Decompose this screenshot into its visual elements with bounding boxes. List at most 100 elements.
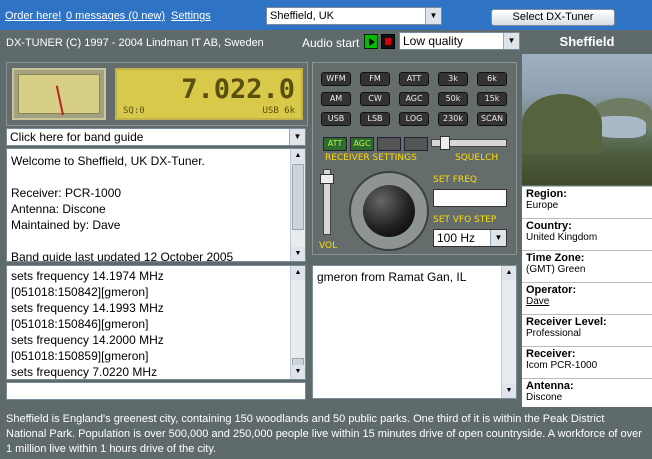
welcome-text: Welcome to Sheffield, UK DX-Tuner. Recei… (11, 154, 234, 262)
log-line: sets frequency 14.2000 MHz (11, 333, 164, 347)
tuning-knob-cap (363, 185, 415, 237)
scroll-up-icon[interactable]: ▲ (291, 266, 305, 280)
volume-slider[interactable] (320, 169, 334, 235)
chat-line: gmeron from Ramat Gan, IL (317, 270, 467, 284)
order-here-link[interactable]: Order here! (5, 10, 61, 22)
chat-box[interactable]: gmeron from Ramat Gan, IL ▲ ▼ (312, 265, 517, 399)
receiver-controls: WFM FM ATT 3k 6k AM CW AGC 50k 15k USB L… (312, 62, 517, 255)
chevron-down-icon: ▼ (425, 8, 441, 24)
radio-panel: 7.022.0 SQ:0 USB 6k (6, 62, 308, 126)
info-label: Country: (526, 220, 572, 232)
log-line: sets frequency 14.1993 MHz (11, 301, 164, 315)
band-guide-select[interactable]: Click here for band guide ▼ (6, 128, 306, 146)
info-value: Professional (526, 328, 582, 339)
scrollbar[interactable]: ▲ ▼ (290, 266, 305, 379)
info-label: Receiver: (526, 348, 576, 360)
play-icon[interactable] (364, 34, 378, 49)
squelch-readout: SQ:0 (123, 106, 145, 116)
scan-button[interactable]: SCAN (477, 112, 507, 126)
city-photo (522, 54, 652, 185)
log-line: sets frequency 7.0220 MHz (11, 365, 158, 379)
vfo-step-value: 100 Hz (437, 231, 476, 245)
stop-icon[interactable] (381, 34, 395, 49)
messages-link[interactable]: 0 messages (0 new) (66, 10, 165, 22)
city-title: Sheffield (522, 31, 652, 53)
info-operator: Operator: Dave (522, 282, 652, 314)
scroll-thumb[interactable] (292, 164, 304, 230)
signal-meter-face (18, 74, 100, 116)
volume-slider-thumb[interactable] (320, 174, 334, 184)
signal-meter (12, 68, 106, 120)
operator-link[interactable]: Dave (526, 296, 648, 307)
photo-hill (522, 94, 602, 154)
receiver-settings-label: RECEIVER SETTINGS (325, 153, 417, 163)
filter-6k-button[interactable]: 6k (477, 72, 507, 86)
tuning-knob[interactable] (349, 171, 429, 251)
wfm-button[interactable]: WFM (321, 72, 351, 86)
filter-50k-button[interactable]: 50k (438, 92, 468, 106)
cw-button[interactable]: CW (360, 92, 390, 106)
scroll-down-icon[interactable]: ▼ (291, 247, 305, 261)
log-line: [051018:150846][gmeron] (11, 317, 149, 331)
info-label: Receiver Level: (526, 316, 607, 328)
copyright-text: DX-TUNER (C) 1997 - 2004 Lindman IT AB, … (6, 37, 264, 49)
scroll-down-icon[interactable]: ▼ (502, 384, 516, 398)
info-value: Discone (526, 392, 563, 403)
info-value: (GMT) Green (526, 264, 586, 275)
info-value: United Kingdom (526, 232, 598, 243)
frequency-value: 7.022.0 (181, 74, 295, 105)
filter-15k-button[interactable]: 15k (477, 92, 507, 106)
band-guide-value: Click here for band guide (10, 130, 144, 144)
filter-230k-button[interactable]: 230k (438, 112, 468, 126)
info-receiver-level: Receiver Level: Professional (522, 314, 652, 346)
agc-button[interactable]: AGC (399, 92, 429, 106)
fm-button[interactable]: FM (360, 72, 390, 86)
filter-3k-button[interactable]: 3k (438, 72, 468, 86)
station-select[interactable]: Sheffield, UK ▼ (266, 7, 442, 25)
info-label: Antenna: (526, 380, 574, 392)
scroll-up-icon[interactable]: ▲ (291, 149, 305, 163)
chevron-down-icon: ▼ (490, 230, 506, 246)
indicator-empty (377, 137, 401, 151)
info-label: Time Zone: (526, 252, 585, 264)
audio-quality-value: Low quality (403, 34, 464, 48)
info-region: Region: Europe (522, 186, 652, 218)
agc-indicator: AGC (350, 137, 374, 151)
info-timezone: Time Zone: (GMT) Green (522, 250, 652, 282)
scrollbar[interactable]: ▲ ▼ (290, 149, 305, 261)
info-receiver: Receiver: Icom PCR-1000 (522, 346, 652, 378)
chevron-down-icon: ▼ (503, 33, 519, 49)
vfo-step-label: SET VFO STEP (433, 215, 497, 225)
settings-link[interactable]: Settings (171, 10, 211, 22)
lsb-button[interactable]: LSB (360, 112, 390, 126)
log-button[interactable]: LOG (399, 112, 429, 126)
att-indicator: ATT (323, 137, 347, 151)
squelch-slider-thumb[interactable] (440, 136, 450, 150)
info-label: Region: (526, 188, 567, 200)
select-dx-tuner-button[interactable]: Select DX-Tuner (491, 9, 615, 26)
vfo-step-select[interactable]: 100 Hz ▼ (433, 229, 507, 247)
squelch-slider[interactable] (431, 136, 507, 150)
top-bar: Order here! 0 messages (0 new) Settings … (0, 0, 652, 30)
scrollbar[interactable]: ▲ ▼ (501, 266, 516, 398)
station-select-value: Sheffield, UK (270, 10, 335, 22)
scroll-down-icon[interactable]: ▼ (291, 365, 305, 379)
chat-message-input[interactable] (6, 382, 306, 400)
audio-start-label: Audio start (302, 36, 360, 50)
city-description: Sheffield is England's greenest city, co… (0, 408, 652, 459)
att-button[interactable]: ATT (399, 72, 429, 86)
scroll-up-icon[interactable]: ▲ (502, 266, 516, 280)
set-freq-input[interactable] (433, 189, 507, 207)
activity-log[interactable]: sets frequency 14.1974 MHz [051018:15084… (6, 265, 306, 380)
log-line: sets frequency 14.1974 MHz (11, 269, 164, 283)
info-antenna: Antenna: Discone (522, 378, 652, 407)
am-button[interactable]: AM (321, 92, 351, 106)
audio-quality-select[interactable]: Low quality ▼ (399, 32, 520, 50)
set-freq-label: SET FREQ (433, 175, 477, 185)
chevron-down-icon: ▼ (289, 129, 305, 145)
info-country: Country: United Kingdom (522, 218, 652, 250)
frequency-display: 7.022.0 SQ:0 USB 6k (115, 68, 303, 120)
usb-button[interactable]: USB (321, 112, 351, 126)
welcome-text-box[interactable]: Welcome to Sheffield, UK DX-Tuner. Recei… (6, 148, 306, 262)
squelch-label: SQUELCH (455, 153, 499, 163)
